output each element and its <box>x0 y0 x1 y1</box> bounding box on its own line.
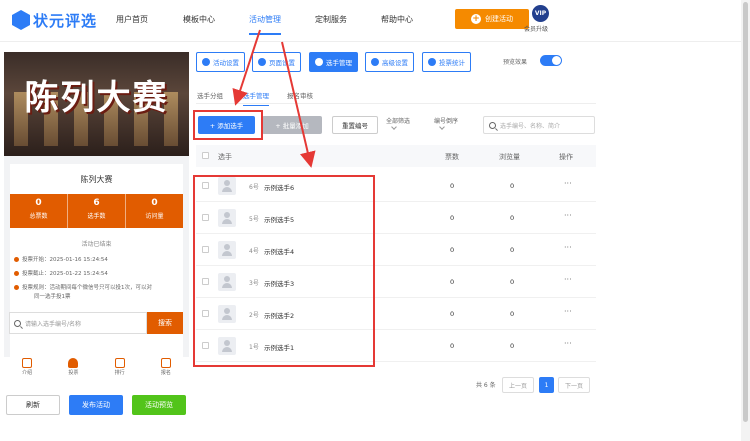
scrollbar-thumb[interactable] <box>743 2 748 422</box>
annotation-arrows <box>232 29 316 168</box>
